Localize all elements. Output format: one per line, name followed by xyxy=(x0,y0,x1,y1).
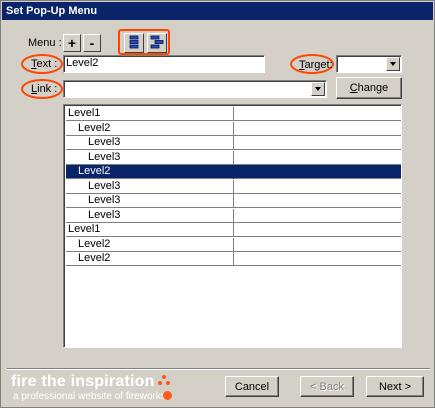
outdent-icon xyxy=(128,35,140,51)
menu-item-text-cell: Level3 xyxy=(66,194,234,208)
remove-menu-item-button[interactable]: - xyxy=(83,34,101,52)
menu-item-text-cell: Level1 xyxy=(66,223,234,237)
text-label: Text : xyxy=(31,57,57,71)
indent-button[interactable] xyxy=(147,33,167,53)
text-input[interactable]: Level2 xyxy=(63,55,265,73)
menu-item-row[interactable]: Level3 xyxy=(66,179,401,194)
text-label-rest: ext : xyxy=(36,58,58,70)
add-menu-item-button[interactable]: + xyxy=(63,34,81,52)
set-popup-menu-dialog: Set Pop-Up Menu Menu : + - Text : Level2… xyxy=(0,0,435,408)
menu-item-link-cell xyxy=(234,136,401,150)
change-button-label: hange xyxy=(357,82,389,94)
menu-items-grid[interactable]: Level1 Level2 Level3 Level3 Level2 Level3 Leve… xyxy=(63,104,402,348)
target-select[interactable] xyxy=(336,55,402,73)
menu-item-row[interactable]: Level3 xyxy=(66,194,401,208)
menu-item-text-cell: Level3 xyxy=(66,179,234,194)
cancel-button[interactable]: Cancel xyxy=(225,376,279,397)
menu-item-link-cell xyxy=(234,165,401,179)
menu-item-text-cell: Level2 xyxy=(66,165,234,179)
branding-headline: fire the inspiration xyxy=(11,373,155,390)
next-button[interactable]: Next > xyxy=(366,376,424,397)
menu-item-row[interactable]: Level1 xyxy=(66,107,401,121)
branding-tagline: a professional website of fireworks xyxy=(13,391,166,402)
window-title: Set Pop-Up Menu xyxy=(2,2,433,20)
menu-item-row[interactable]: Level2 xyxy=(66,252,401,266)
branding: fire the inspiration a professional webs… xyxy=(11,373,166,403)
menu-item-text-cell: Level3 xyxy=(66,150,234,165)
menu-item-text-cell: Level3 xyxy=(66,208,234,223)
menu-label: Menu : xyxy=(28,37,62,49)
menu-item-link-cell xyxy=(234,107,401,121)
link-label-rest: ink : xyxy=(37,83,58,95)
footer-divider xyxy=(7,368,430,370)
menu-item-text-cell: Level1 xyxy=(66,107,234,121)
chevron-down-icon xyxy=(315,87,321,91)
change-button[interactable]: Change xyxy=(336,77,402,99)
link-input[interactable] xyxy=(63,80,327,98)
menu-item-link-cell xyxy=(234,223,401,237)
menu-item-row[interactable]: Level3 xyxy=(66,150,401,165)
menu-item-link-cell xyxy=(234,151,401,165)
target-label: Target: xyxy=(299,58,333,72)
target-dropdown-button[interactable] xyxy=(386,57,400,71)
menu-item-row[interactable]: Level3 xyxy=(66,208,401,223)
indent-icon xyxy=(150,35,164,51)
menu-item-row[interactable]: Level2 xyxy=(66,121,401,136)
menu-item-text-cell: Level2 xyxy=(66,121,234,136)
chevron-down-icon xyxy=(390,62,396,66)
menu-item-link-cell xyxy=(234,209,401,223)
menu-item-row[interactable]: Level2 xyxy=(66,237,401,252)
menu-item-row[interactable]: Level1 xyxy=(66,223,401,237)
menu-item-link-cell xyxy=(234,238,401,252)
outdent-button[interactable] xyxy=(124,33,144,53)
menu-item-link-cell xyxy=(234,122,401,136)
link-label: Link : xyxy=(31,82,57,96)
fireworks-logo-icon xyxy=(163,391,172,400)
change-button-accesskey: C xyxy=(349,82,358,94)
menu-item-text-cell: Level2 xyxy=(66,237,234,252)
menu-item-text-cell: Level3 xyxy=(66,136,234,150)
text-input-value: Level2 xyxy=(66,57,99,69)
back-button[interactable]: < Back xyxy=(300,376,354,397)
menu-item-row[interactable]: Level3 xyxy=(66,136,401,150)
link-dropdown-button[interactable] xyxy=(311,82,325,96)
menu-item-link-cell xyxy=(234,194,401,208)
menu-item-link-cell xyxy=(234,180,401,194)
menu-item-link-cell xyxy=(234,252,401,266)
menu-item-text-cell: Level2 xyxy=(66,252,234,266)
target-label-rest: arget: xyxy=(304,59,333,71)
menu-item-row[interactable]: Level2 xyxy=(66,165,401,179)
